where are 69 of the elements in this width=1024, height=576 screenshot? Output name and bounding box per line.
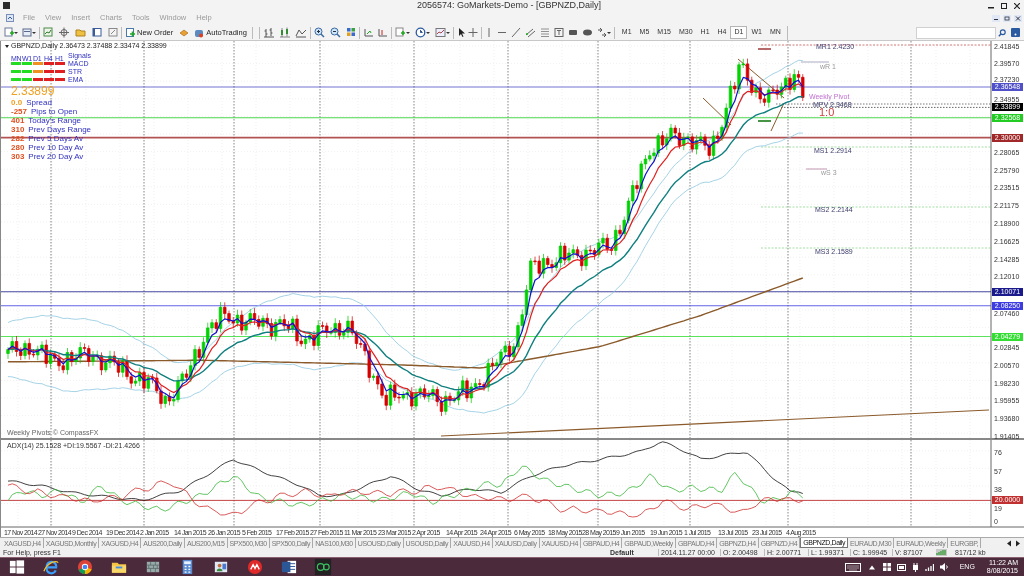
- restore-icon[interactable]: [1003, 14, 1011, 22]
- trendline-icon[interactable]: [510, 27, 521, 38]
- chrome-icon[interactable]: [76, 558, 94, 576]
- dropdown-icon[interactable]: [5, 45, 9, 48]
- windows-logo-icon[interactable]: [8, 558, 26, 576]
- profiles-icon[interactable]: [22, 27, 32, 38]
- ellipse-icon[interactable]: [581, 27, 593, 38]
- crosshair-icon[interactable]: [467, 27, 478, 38]
- battery-icon[interactable]: [896, 563, 906, 571]
- pivot-label: 1:0: [819, 107, 835, 118]
- tile-windows-icon[interactable]: [345, 27, 356, 38]
- app-icon: [3, 2, 10, 9]
- minimize-icon[interactable]: [992, 14, 1000, 22]
- autoscroll-icon[interactable]: [362, 27, 374, 38]
- show-hidden-icon[interactable]: [868, 564, 875, 570]
- line-chart-icon[interactable]: [294, 27, 307, 38]
- stat-value: 280: [11, 143, 25, 152]
- stat-label: Prev 20 Day Av: [28, 152, 84, 161]
- help-icon[interactable]: [1011, 28, 1020, 37]
- trend-line: [702, 97, 732, 126]
- stat-label: Pips to Open: [31, 107, 78, 116]
- stat-label: Prev 10 Day Av: [28, 143, 84, 152]
- trend-line: [770, 102, 785, 132]
- maximize-icon[interactable]: [1001, 2, 1007, 9]
- power-plug-icon[interactable]: [911, 562, 919, 572]
- navigator-icon[interactable]: [59, 27, 69, 38]
- stat-label: Prev Days Range: [28, 125, 92, 134]
- candlestick-icon[interactable]: [278, 27, 291, 38]
- channel-icon[interactable]: [524, 27, 536, 38]
- bar-chart-icon[interactable]: [262, 27, 275, 38]
- stat-value: 303: [11, 152, 25, 161]
- windows-flag-icon[interactable]: [882, 563, 891, 571]
- scroll-right-icon[interactable]: [1015, 539, 1021, 547]
- close-icon[interactable]: [1014, 2, 1020, 9]
- rings-logo-icon[interactable]: [314, 558, 332, 576]
- current-price: 2.33899: [11, 85, 55, 97]
- speaker-icon[interactable]: [939, 563, 948, 571]
- stat-value: 310: [11, 125, 25, 134]
- stat-value: 0.0: [11, 98, 23, 107]
- zoom-out-icon[interactable]: [329, 27, 341, 38]
- cursor-icon[interactable]: [456, 27, 465, 38]
- browser-e-icon[interactable]: [42, 558, 60, 576]
- document-icon[interactable]: [280, 558, 298, 576]
- search-icon[interactable]: [998, 28, 1006, 37]
- templates-icon[interactable]: [434, 27, 446, 38]
- stat-label: Spread: [26, 98, 52, 107]
- zoom-in-icon[interactable]: [313, 27, 325, 38]
- text-label-icon[interactable]: [553, 27, 564, 38]
- fibonacci-icon[interactable]: [539, 27, 550, 38]
- terminal-icon[interactable]: [92, 27, 102, 38]
- coins-icon[interactable]: [179, 27, 190, 38]
- keyboard-icon[interactable]: [844, 562, 861, 572]
- stat-label: Today's Range: [28, 116, 82, 125]
- connection-bars-icon: [936, 549, 947, 556]
- chart-menu-icon[interactable]: [6, 14, 14, 22]
- arrows-icon[interactable]: [596, 27, 607, 38]
- scroll-left-icon[interactable]: [1006, 539, 1012, 547]
- stat-value: -257: [11, 107, 27, 116]
- search-field[interactable]: [916, 26, 996, 39]
- robot-icon: [194, 27, 205, 38]
- tester-icon[interactable]: [108, 27, 118, 38]
- market-watch-icon[interactable]: [43, 27, 53, 38]
- rectangle-icon[interactable]: [567, 27, 578, 38]
- clock-icon[interactable]: [414, 27, 426, 38]
- window-title: 2056574: GoMarkets-Demo - [GBPNZD,Daily]: [416, 1, 602, 10]
- stat-value: 401: [11, 116, 25, 125]
- zigzag-logo-icon[interactable]: [246, 558, 264, 576]
- signal-icon[interactable]: [924, 563, 934, 571]
- trend-line: [737, 58, 785, 99]
